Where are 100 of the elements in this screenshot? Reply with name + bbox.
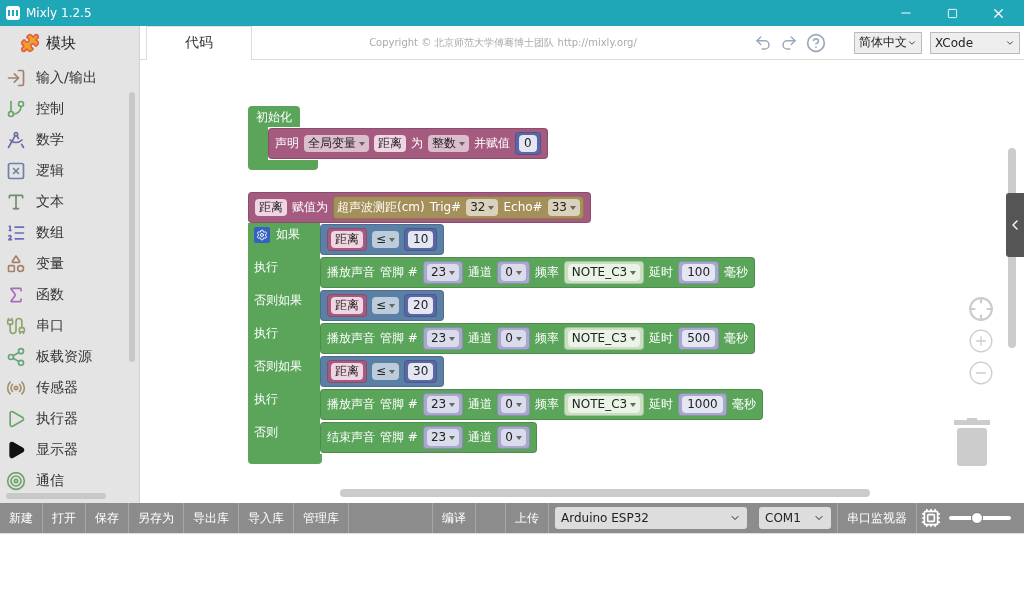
block-dropdown[interactable]: 整数 [428, 135, 469, 152]
category-label: 数组 [36, 223, 64, 242]
block-label: 频率 [534, 331, 559, 346]
category-item[interactable]: 板载资源 [0, 341, 139, 372]
category-item[interactable]: 逻辑 [0, 155, 139, 186]
category-label: 变量 [36, 254, 64, 273]
code-block[interactable]: 播放声音 管脚 # 23 通道 0 频率 NOTE_C3 延时 1000 毫秒 [320, 389, 763, 420]
play-icon [6, 439, 26, 460]
language-select[interactable]: 简体中文 [854, 31, 922, 54]
theme-select[interactable]: XCode [930, 31, 1020, 54]
trash-icon[interactable] [954, 418, 990, 466]
play-icon [6, 408, 26, 429]
recenter-icon[interactable] [968, 296, 994, 322]
window-title: Mixly 1.2.5 [26, 6, 93, 20]
block-label: 延时 [649, 331, 674, 346]
caret-icon [515, 435, 522, 440]
category-item[interactable]: 控制 [0, 93, 139, 124]
block-label: 延时 [649, 265, 674, 280]
zoom-out-icon[interactable] [968, 360, 994, 386]
nodes-icon [6, 346, 26, 367]
block-label: 通道 [468, 265, 493, 280]
category-item[interactable]: 数学 [0, 124, 139, 155]
code-block[interactable]: 距离 ≤ 30 [320, 356, 445, 387]
code-block[interactable]: 距离 赋值为 超声波测距(cm) Trig# 32 Echo# 33 [248, 192, 591, 223]
caret-icon [449, 270, 456, 275]
target-icon [6, 470, 26, 491]
code-block[interactable]: 超声波测距(cm) Trig# 32 Echo# 33 [333, 196, 584, 219]
caret-icon [488, 205, 495, 210]
redo-button[interactable] [780, 33, 798, 52]
category-item[interactable]: 串口 [0, 310, 139, 341]
caret-icon [359, 141, 365, 146]
block-dropdown[interactable]: ≤ [372, 231, 400, 248]
category-item[interactable]: 传感器 [0, 372, 139, 403]
undo-button[interactable] [754, 33, 772, 52]
code-block[interactable]: 声明 全局变量 距离 为 整数 并赋值 0 [268, 128, 548, 159]
category-item[interactable]: 函数 [0, 279, 139, 310]
block-dropdown[interactable]: 32 [466, 199, 499, 216]
caret-icon [515, 336, 522, 341]
slider-thumb[interactable] [970, 512, 983, 524]
maximize-icon [946, 7, 958, 19]
block-label: 通道 [468, 331, 493, 346]
block-dropdown[interactable]: ≤ [372, 363, 400, 380]
shapes-icon [6, 253, 26, 274]
block-label: 通道 [468, 397, 493, 412]
caret-icon [389, 237, 396, 242]
block-label: 播放声音 [327, 331, 375, 346]
scrollbar[interactable] [129, 92, 135, 362]
caret-icon [449, 336, 456, 341]
compass-icon [6, 129, 26, 150]
block-dropdown[interactable]: 33 [547, 199, 580, 216]
caret-icon [389, 369, 396, 374]
port-select[interactable]: COM1 [759, 507, 831, 529]
category-item[interactable]: 变量 [0, 248, 139, 279]
variable-field[interactable]: 距离 [255, 199, 287, 216]
caret-icon [449, 435, 456, 440]
board-select[interactable]: Arduino ESP32 [555, 507, 747, 529]
caret-icon [449, 402, 456, 407]
scrollbar[interactable] [6, 493, 106, 499]
category-label: 板载资源 [36, 347, 92, 366]
clause-text: 执行 [254, 326, 278, 341]
block-label: 频率 [534, 397, 559, 412]
category-item[interactable]: 显示器 [0, 434, 139, 465]
category-item[interactable]: 执行器 [0, 403, 139, 434]
help-button[interactable] [806, 32, 826, 53]
caret-icon [630, 270, 637, 275]
block-label: 结束声音 [327, 430, 375, 445]
code-block[interactable]: 播放声音 管脚 # 23 通道 0 频率 NOTE_C3 延时 100 毫秒 [320, 257, 756, 288]
clause-text: 执行 [254, 392, 278, 407]
block-label: 并赋值 [474, 136, 510, 151]
category-label: 串口 [36, 316, 64, 335]
code-tab[interactable]: 代码 [146, 25, 252, 60]
category-item[interactable]: 输入/输出 [0, 62, 139, 93]
category-label: 数学 [36, 130, 64, 149]
block-label: 超声波测距(cm) [337, 200, 425, 215]
category-item[interactable]: 通信 [0, 465, 139, 496]
category-item[interactable]: 文本 [0, 186, 139, 217]
block-dropdown[interactable]: 全局变量 [304, 135, 369, 152]
block-dropdown[interactable]: ≤ [372, 297, 400, 314]
zoom-in-icon[interactable] [968, 328, 994, 354]
settings-icon[interactable] [254, 227, 270, 243]
caret-icon [389, 303, 396, 308]
code-block[interactable]: 距离 ≤ 10 [320, 224, 445, 255]
scrollbar[interactable] [340, 489, 870, 497]
collapse-button[interactable] [1006, 193, 1024, 257]
block-label: 播放声音 [327, 397, 375, 412]
input-output-icon [6, 67, 26, 88]
block-foot [248, 160, 318, 170]
variable-field[interactable]: 距离 [374, 135, 406, 152]
clause-text: 否则 [254, 425, 278, 440]
code-block[interactable]: 播放声音 管脚 # 23 通道 0 频率 NOTE_C3 延时 500 毫秒 [320, 323, 756, 354]
clause-text: 执行 [254, 260, 278, 275]
checkbox-icon [6, 160, 26, 181]
block-label: 毫秒 [724, 265, 749, 280]
category-label: 显示器 [36, 440, 78, 459]
code-block[interactable]: 距离 ≤ 20 [320, 290, 445, 321]
category-item[interactable]: 数组 [0, 217, 139, 248]
code-block[interactable]: 结束声音 管脚 # 23 通道 0 [320, 422, 537, 453]
caret-icon [630, 336, 637, 341]
block-label: 通道 [468, 430, 493, 445]
chip-icon[interactable] [921, 508, 941, 528]
